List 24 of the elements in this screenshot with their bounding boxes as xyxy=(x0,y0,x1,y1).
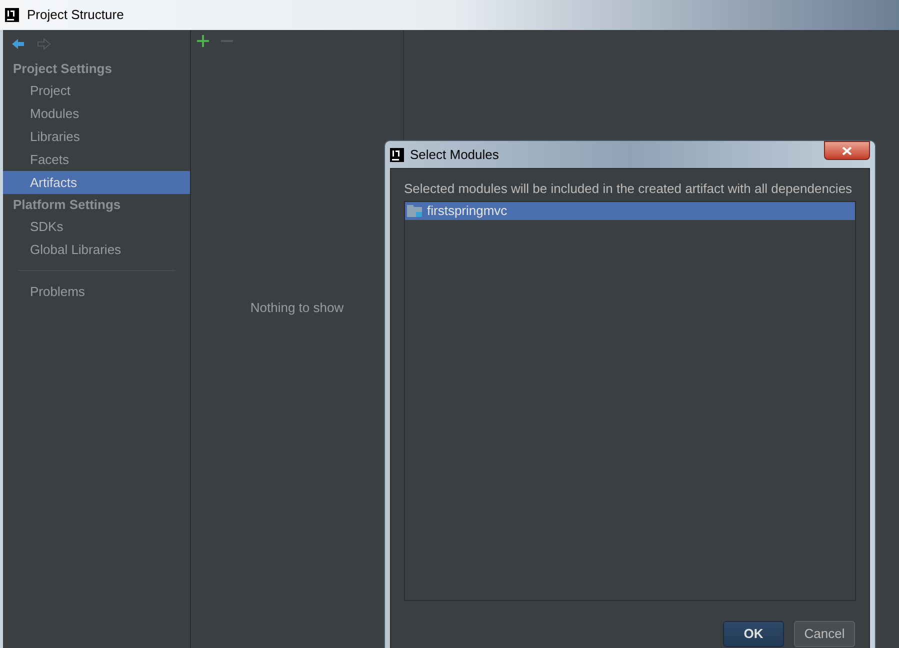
add-icon[interactable] xyxy=(197,35,209,47)
sidebar-item[interactable]: Facets xyxy=(3,148,190,171)
section-header: Platform Settings xyxy=(12,196,122,214)
dialog-message: Selected modules will be included in the created artifact with all dependencies xyxy=(404,180,854,198)
sidebar-item[interactable]: Project xyxy=(3,79,190,102)
back-arrow-icon[interactable] xyxy=(11,38,25,50)
sidebar-item[interactable]: SDKs xyxy=(3,215,190,238)
dialog-title: Select Modules xyxy=(410,146,499,164)
empty-message: Nothing to show xyxy=(250,298,344,317)
module-row[interactable]: firstspringmvc xyxy=(405,202,855,220)
sidebar-item[interactable]: Problems xyxy=(3,280,190,303)
ok-button[interactable]: OK xyxy=(723,620,784,646)
sidebar-item[interactable]: Global Libraries xyxy=(3,238,190,261)
close-icon xyxy=(842,146,852,154)
sidebar-item[interactable]: Artifacts xyxy=(3,171,190,194)
cancel-button[interactable]: Cancel xyxy=(794,620,855,646)
sidebar-item[interactable]: Libraries xyxy=(3,125,190,148)
folder-icon xyxy=(407,204,423,218)
app-logo-icon xyxy=(5,8,19,22)
app-logo-icon xyxy=(390,148,404,162)
window-title: Project Structure xyxy=(27,6,124,24)
close-button[interactable] xyxy=(824,141,870,160)
sidebar-item[interactable]: Modules xyxy=(3,102,190,125)
section-header: Project Settings xyxy=(12,60,113,78)
